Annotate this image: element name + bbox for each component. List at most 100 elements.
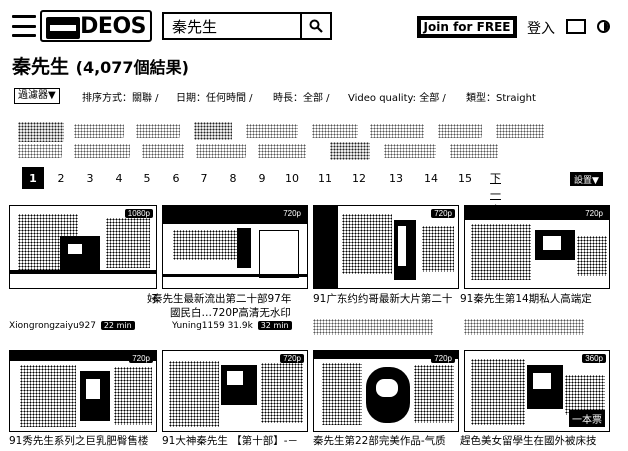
page-11[interactable]: 11 <box>314 167 336 189</box>
search-button[interactable] <box>300 14 330 38</box>
video-thumbnail[interactable]: 720p <box>162 350 308 432</box>
page-6[interactable]: 6 <box>165 167 187 189</box>
video-card: 720p 秦先生第22部完美作品-气质 <box>313 350 459 450</box>
tag-chip[interactable] <box>246 124 298 138</box>
site-logo[interactable]: DEOS <box>40 10 152 42</box>
video-thumbnail[interactable]: 360p 一本票 <box>464 350 610 432</box>
tag-chip[interactable] <box>74 124 124 138</box>
page-15[interactable]: 15 <box>454 167 476 189</box>
page-10[interactable]: 10 <box>281 167 303 189</box>
tag-chip[interactable] <box>312 124 358 138</box>
hd-badge: 720p <box>582 209 606 218</box>
video-title[interactable]: 91广东约约哥最新大片第二十 <box>313 292 459 306</box>
sort-filter[interactable]: 排序方式：關聯 / <box>82 89 159 104</box>
page-9[interactable]: 9 <box>251 167 273 189</box>
result-count: (4,077個結果) <box>75 58 189 77</box>
tag-chip[interactable] <box>258 144 306 158</box>
logo-mark <box>46 17 80 39</box>
join-button[interactable]: Join for FREE <box>417 16 517 38</box>
filter-button[interactable]: 過濾器▼ <box>14 88 60 104</box>
video-card: 1080p 好 Xiongrongzaiyu927 22 min <box>9 205 157 345</box>
hd-badge: 720p <box>280 354 304 363</box>
hd-badge: 1080p <box>124 209 153 218</box>
video-card: 720p 91秀先生系列之巨乳肥臀售楼 <box>9 350 157 450</box>
tag-chip[interactable] <box>384 144 436 158</box>
search-input[interactable] <box>164 14 300 38</box>
page-8[interactable]: 8 <box>222 167 244 189</box>
tag-chip[interactable] <box>496 124 544 138</box>
page-title: 秦先生 (4,077個結果) <box>12 52 189 79</box>
video-card: 720p 秦先生最新流出第二十部97年 國民白…720P高清无水印 Yuning… <box>152 205 308 345</box>
video-card: 720p 91大神秦先生 【第十部】-－ <box>162 350 308 450</box>
login-link[interactable]: 登入 <box>527 18 555 38</box>
query-title: 秦先生 <box>12 56 70 78</box>
video-meta: Yuning1159 31.9k 32 min <box>172 321 308 331</box>
page-13[interactable]: 13 <box>385 167 407 189</box>
language-flag-icon[interactable] <box>566 19 586 34</box>
tag-chip[interactable] <box>142 144 184 158</box>
video-thumbnail[interactable]: 720p <box>162 205 308 289</box>
video-title-line2: 國民白…720P高清无水印 <box>170 307 291 319</box>
page-12[interactable]: 12 <box>348 167 370 189</box>
page-7[interactable]: 7 <box>193 167 215 189</box>
page-3[interactable]: 3 <box>79 167 101 189</box>
duration-badge: 32 min <box>257 321 292 330</box>
logo-text: DEOS <box>80 13 146 39</box>
tag-chip[interactable] <box>370 124 424 138</box>
page-1[interactable]: 1 <box>22 167 44 189</box>
tag-chip[interactable] <box>74 144 130 158</box>
watermark-badge: 一本票 <box>569 410 605 427</box>
settings-dropdown[interactable]: 設置▼ <box>570 172 603 186</box>
page-5[interactable]: 5 <box>136 167 158 189</box>
type-filter[interactable]: 類型：Straight <box>466 89 536 104</box>
uploader[interactable]: Xiongrongzaiyu927 <box>9 321 96 331</box>
hd-badge: 720p <box>129 354 153 363</box>
video-title[interactable]: 91大神秦先生 【第十部】-－ <box>162 434 308 448</box>
date-filter[interactable]: 日期：任何時間 / <box>176 89 253 104</box>
tag-chip[interactable] <box>330 142 370 160</box>
tag-chip[interactable] <box>18 122 64 142</box>
tag-chip[interactable] <box>438 124 482 138</box>
video-card: 360p 一本票 趕色美女留學生在國外被床技 <box>460 350 612 450</box>
video-title[interactable]: 趕色美女留學生在國外被床技 <box>460 434 612 448</box>
duration-badge: 22 min <box>100 321 135 330</box>
related-tags <box>14 120 574 160</box>
page-2[interactable]: 2 <box>50 167 72 189</box>
video-card: 720p 91秦先生第14期私人高端定 <box>460 205 612 345</box>
hd-badge: 720p <box>431 209 455 218</box>
video-meta: Xiongrongzaiyu927 22 min <box>9 321 157 331</box>
theme-toggle-icon[interactable] <box>597 20 610 33</box>
video-title[interactable]: 91秦先生第14期私人高端定 <box>460 292 610 306</box>
video-title[interactable]: 秦先生最新流出第二十部97年 <box>152 292 308 306</box>
video-thumbnail[interactable]: 720p <box>9 350 157 432</box>
video-meta-blurred <box>313 319 433 335</box>
video-thumbnail[interactable]: 720p <box>313 205 459 289</box>
hd-badge: 360p <box>582 354 606 363</box>
search-bar <box>162 12 332 40</box>
duration-filter[interactable]: 時長：全部 / <box>273 89 330 104</box>
video-thumbnail[interactable]: 720p <box>313 350 459 432</box>
quality-filter[interactable]: Video quality: 全部 / <box>348 89 446 104</box>
video-title[interactable]: 秦先生第22部完美作品-气质 <box>313 434 459 448</box>
hd-badge: 720p <box>431 354 455 363</box>
hd-badge: 720p <box>280 209 304 218</box>
views: 31.9k <box>227 321 253 331</box>
tag-chip[interactable] <box>136 124 180 138</box>
video-meta-blurred <box>464 319 584 335</box>
page-4[interactable]: 4 <box>108 167 130 189</box>
tag-chip[interactable] <box>196 144 246 158</box>
video-thumbnail[interactable]: 720p <box>464 205 610 289</box>
uploader[interactable]: Yuning1159 <box>172 321 225 331</box>
tag-chip[interactable] <box>194 122 232 140</box>
tag-chip[interactable] <box>18 144 62 158</box>
filter-bar: 過濾器▼ 排序方式：關聯 / 日期：任何時間 / 時長：全部 / Video q… <box>14 88 624 104</box>
video-thumbnail[interactable]: 1080p <box>9 205 157 289</box>
join-label: Join for FREE <box>420 20 514 34</box>
video-card: 720p 91广东约约哥最新大片第二十 <box>313 205 459 345</box>
page-14[interactable]: 14 <box>420 167 442 189</box>
search-icon <box>309 19 323 33</box>
header: DEOS Join for FREE 登入 <box>0 0 628 50</box>
menu-icon[interactable] <box>12 15 36 37</box>
tag-chip[interactable] <box>450 144 498 158</box>
video-title[interactable]: 91秀先生系列之巨乳肥臀售楼 <box>9 434 157 448</box>
